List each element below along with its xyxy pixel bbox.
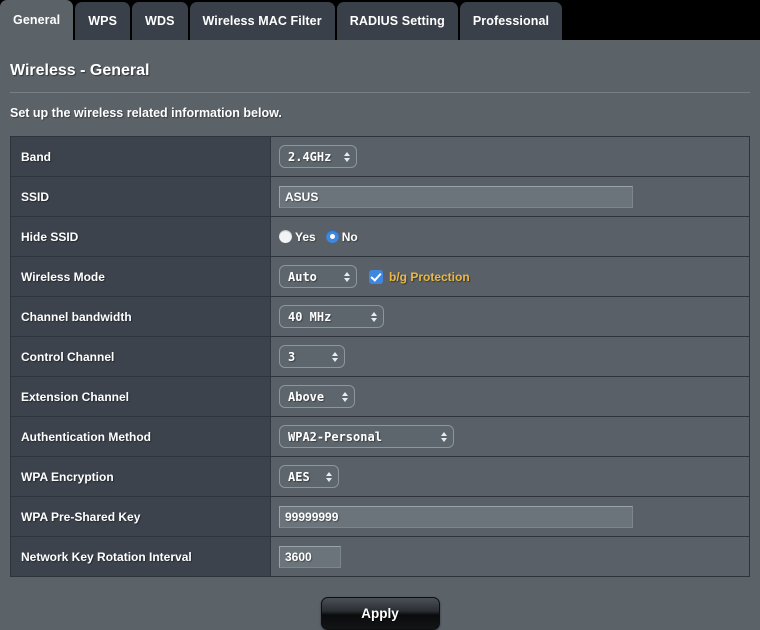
value-authentication-method: WPA2-Personal bbox=[271, 417, 749, 456]
row-ssid: SSID ASUS bbox=[11, 177, 749, 217]
authentication-method-select[interactable]: WPA2-Personal bbox=[279, 425, 454, 448]
chevron-updown-icon bbox=[344, 152, 350, 162]
row-channel-bandwidth: Channel bandwidth 40 MHz bbox=[11, 297, 749, 337]
label-key-rotation: Network Key Rotation Interval bbox=[11, 537, 271, 576]
band-select[interactable]: 2.4GHz bbox=[279, 145, 357, 168]
tab-professional-label: Professional bbox=[473, 14, 549, 28]
value-wireless-mode: Auto b/g Protection bbox=[271, 257, 749, 296]
label-control-channel: Control Channel bbox=[11, 337, 271, 376]
value-channel-bandwidth: 40 MHz bbox=[271, 297, 749, 336]
chevron-updown-icon bbox=[344, 272, 350, 282]
label-ssid: SSID bbox=[11, 177, 271, 216]
value-wpa-encryption: AES bbox=[271, 457, 749, 496]
bg-protection-label: b/g Protection bbox=[389, 270, 470, 284]
value-extension-channel: Above bbox=[271, 377, 749, 416]
label-wpa-psk: WPA Pre-Shared Key bbox=[11, 497, 271, 536]
control-channel-select[interactable]: 3 bbox=[279, 345, 345, 368]
tab-bar: General WPS WDS Wireless MAC Filter RADI… bbox=[0, 0, 760, 40]
chevron-updown-icon bbox=[342, 392, 348, 402]
wireless-mode-select-value: Auto bbox=[288, 270, 317, 284]
hide-ssid-no-label: No bbox=[342, 230, 358, 244]
wireless-settings-table: Band 2.4GHz SSID ASUS Hide SSID bbox=[10, 136, 750, 577]
ssid-input[interactable]: ASUS bbox=[279, 186, 633, 208]
page-content: Wireless - General Set up the wireless r… bbox=[0, 40, 760, 630]
page-description: Set up the wireless related information … bbox=[0, 93, 760, 120]
hide-ssid-radio-no[interactable]: No bbox=[326, 230, 358, 244]
control-channel-select-value: 3 bbox=[288, 350, 295, 364]
row-wireless-mode: Wireless Mode Auto b/g Protection bbox=[11, 257, 749, 297]
row-wpa-psk: WPA Pre-Shared Key 99999999 bbox=[11, 497, 749, 537]
key-rotation-input[interactable]: 3600 bbox=[279, 546, 341, 568]
hide-ssid-radio-yes[interactable]: Yes bbox=[279, 230, 316, 244]
extension-channel-select[interactable]: Above bbox=[279, 385, 355, 408]
label-hide-ssid: Hide SSID bbox=[11, 217, 271, 256]
tab-professional[interactable]: Professional bbox=[460, 2, 562, 40]
hide-ssid-yes-label: Yes bbox=[295, 230, 316, 244]
row-extension-channel: Extension Channel Above bbox=[11, 377, 749, 417]
wireless-mode-select[interactable]: Auto bbox=[279, 265, 357, 288]
channel-bandwidth-select[interactable]: 40 MHz bbox=[279, 305, 384, 328]
hide-ssid-radio-group: Yes No bbox=[279, 230, 358, 244]
value-hide-ssid: Yes No bbox=[271, 217, 749, 256]
value-band: 2.4GHz bbox=[271, 137, 749, 176]
tab-radius-setting-label: RADIUS Setting bbox=[350, 14, 445, 28]
chevron-updown-icon bbox=[371, 312, 377, 322]
tab-general[interactable]: General bbox=[0, 0, 73, 40]
radio-unchecked-icon bbox=[279, 230, 292, 243]
wpa-psk-input[interactable]: 99999999 bbox=[279, 506, 633, 528]
page-title: Wireless - General bbox=[0, 40, 760, 80]
label-channel-bandwidth: Channel bandwidth bbox=[11, 297, 271, 336]
tab-radius-setting[interactable]: RADIUS Setting bbox=[337, 2, 458, 40]
extension-channel-select-value: Above bbox=[288, 390, 324, 404]
apply-button[interactable]: Apply bbox=[321, 597, 440, 630]
tab-wireless-mac-filter[interactable]: Wireless MAC Filter bbox=[190, 2, 335, 40]
row-band: Band 2.4GHz bbox=[11, 137, 749, 177]
tab-wps[interactable]: WPS bbox=[75, 2, 130, 40]
label-wireless-mode: Wireless Mode bbox=[11, 257, 271, 296]
tab-wireless-mac-filter-label: Wireless MAC Filter bbox=[203, 14, 322, 28]
bg-protection-checkbox[interactable]: b/g Protection bbox=[369, 270, 470, 284]
row-hide-ssid: Hide SSID Yes No bbox=[11, 217, 749, 257]
value-control-channel: 3 bbox=[271, 337, 749, 376]
row-key-rotation: Network Key Rotation Interval 3600 bbox=[11, 537, 749, 577]
value-key-rotation: 3600 bbox=[271, 537, 749, 576]
wpa-encryption-select[interactable]: AES bbox=[279, 465, 339, 488]
chevron-updown-icon bbox=[326, 472, 332, 482]
band-select-value: 2.4GHz bbox=[288, 150, 331, 164]
wpa-encryption-select-value: AES bbox=[288, 470, 310, 484]
row-wpa-encryption: WPA Encryption AES bbox=[11, 457, 749, 497]
row-control-channel: Control Channel 3 bbox=[11, 337, 749, 377]
authentication-method-select-value: WPA2-Personal bbox=[288, 430, 382, 444]
checkbox-checked-icon bbox=[369, 270, 383, 284]
chevron-updown-icon bbox=[332, 352, 338, 362]
label-wpa-encryption: WPA Encryption bbox=[11, 457, 271, 496]
value-wpa-psk: 99999999 bbox=[271, 497, 749, 536]
label-extension-channel: Extension Channel bbox=[11, 377, 271, 416]
apply-button-container: Apply bbox=[0, 597, 760, 630]
radio-checked-icon bbox=[326, 230, 339, 243]
tab-wps-label: WPS bbox=[88, 14, 117, 28]
tab-wds-label: WDS bbox=[145, 14, 174, 28]
row-authentication-method: Authentication Method WPA2-Personal bbox=[11, 417, 749, 457]
label-authentication-method: Authentication Method bbox=[11, 417, 271, 456]
tab-general-label: General bbox=[13, 13, 60, 27]
label-band: Band bbox=[11, 137, 271, 176]
chevron-updown-icon bbox=[441, 432, 447, 442]
channel-bandwidth-select-value: 40 MHz bbox=[288, 310, 331, 324]
value-ssid: ASUS bbox=[271, 177, 749, 216]
tab-wds[interactable]: WDS bbox=[132, 2, 187, 40]
